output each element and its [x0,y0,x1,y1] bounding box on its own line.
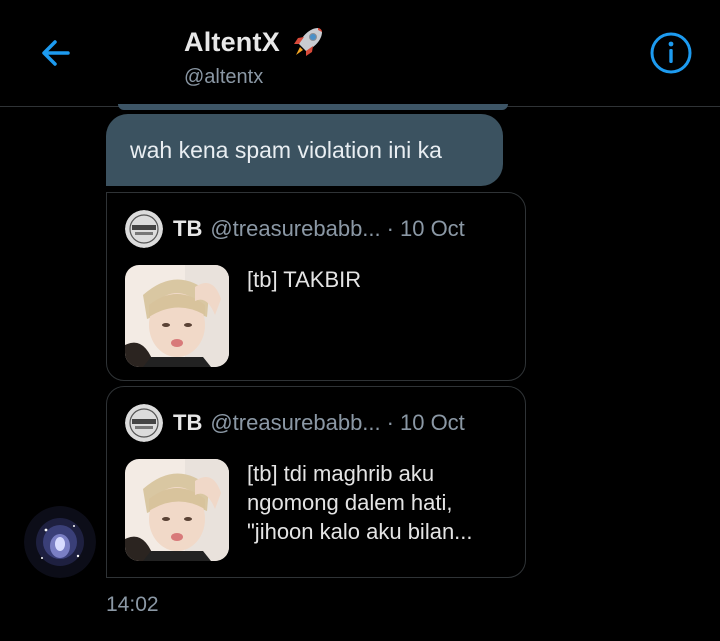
conversation-title: AltentX [184,26,280,57]
quoted-tweet-handle: @treasurebabb... [210,216,381,241]
separator-dot: · [386,216,394,241]
conversation-title-block[interactable]: AltentX @altentx [184,22,328,89]
quoted-tweet-card[interactable]: TB @treasurebabb... · 10 Oct [tb] TAKBIR [106,192,526,381]
quoted-tweet-thumbnail [125,265,229,367]
quoted-tweet-date: 10 Oct [399,410,465,435]
info-icon [650,32,692,74]
quoted-tweet-name: TB [173,410,203,435]
previous-message-bubble [118,104,508,110]
quoted-tweet-card[interactable]: TB @treasurebabb... · 10 Oct [tb] tdi ma… [106,386,526,578]
quoted-tweet-header: TB @treasurebabb... · 10 Oct [125,209,520,249]
quoted-tweet-line: [tb] TAKBIR [247,267,362,292]
quoted-tweet-date: 10 Oct [399,216,465,241]
message-text: wah kena spam violation ini ka [130,136,442,163]
arrow-left-icon [42,40,70,66]
quoted-tweet-text: [tb] tdi maghrib aku ngomong dalem hati,… [247,459,517,546]
conversation-handle: @altentx [184,66,264,88]
treasure-babble-avatar [125,404,163,442]
quoted-tweet-text: [tb] TAKBIR [247,265,517,294]
separator-dot: · [386,410,394,435]
info-button[interactable] [648,30,694,76]
quoted-tweet-line: [tb] tdi maghrib aku [247,461,435,486]
message-bubble[interactable]: wah kena spam violation ini ka [106,114,503,186]
sender-avatar[interactable] [24,506,96,578]
conversation-header: AltentX @altentx [0,0,720,107]
quoted-tweet-thumbnail [125,459,229,561]
quoted-tweet-header: TB @treasurebabb... · 10 Oct [125,403,520,443]
treasure-babble-avatar [125,210,163,248]
quoted-tweet-handle: @treasurebabb... [210,410,381,435]
rocket-icon [288,22,328,62]
back-button[interactable] [34,32,78,76]
quoted-tweet-line: ngomong dalem hati, [247,490,453,515]
quoted-tweet-line: "jihoon kalo aku bilan... [247,519,473,544]
quoted-tweet-name: TB [173,216,203,241]
message-timestamp: 14:02 [106,593,159,616]
